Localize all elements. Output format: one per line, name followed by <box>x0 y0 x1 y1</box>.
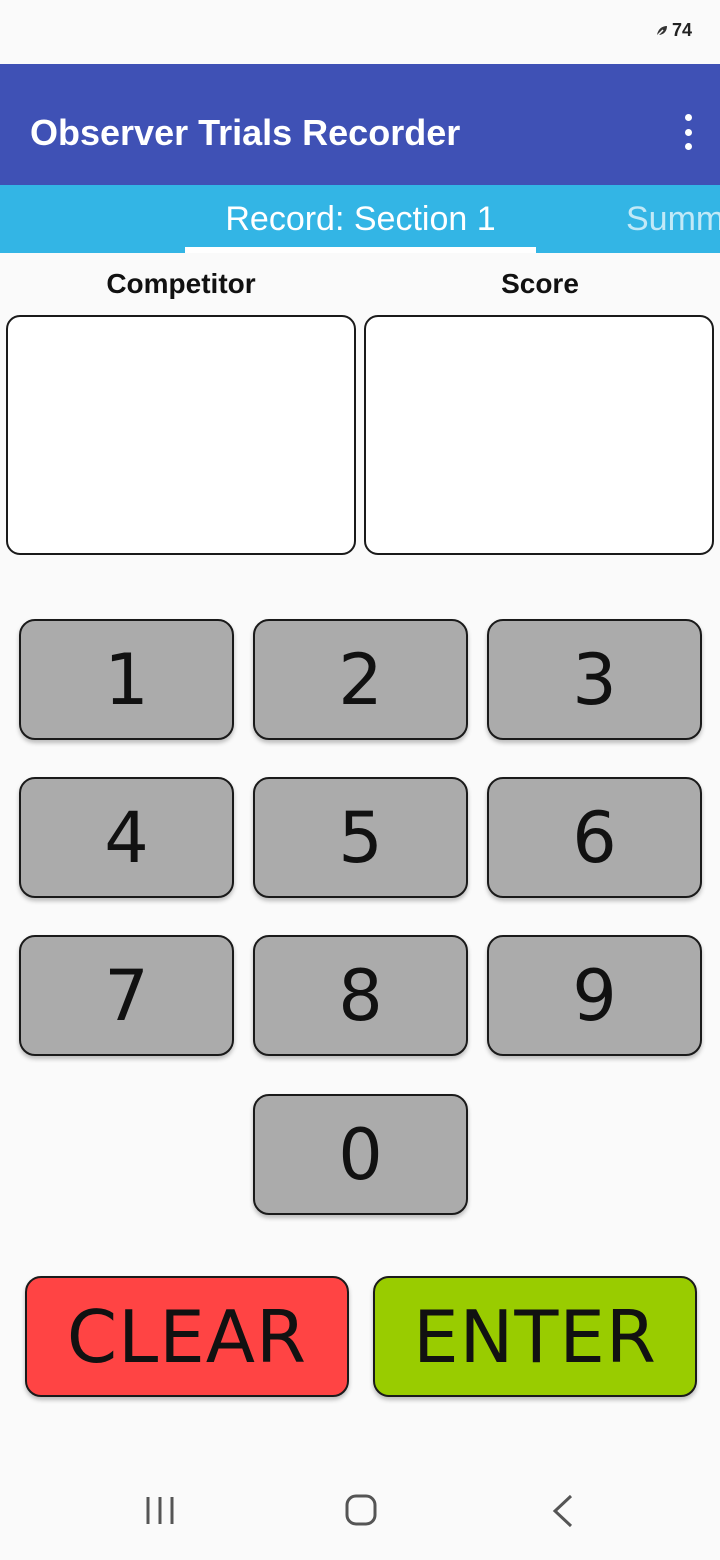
key-8[interactable]: 8 <box>253 935 468 1056</box>
status-bar: 74 <box>0 0 720 64</box>
competitor-label: Competitor <box>106 268 256 299</box>
system-nav-bar <box>0 1464 720 1560</box>
tab-summary[interactable]: Summ <box>626 185 720 253</box>
tab-record-section-1[interactable]: Record: Section 1 <box>185 185 536 253</box>
key-4[interactable]: 4 <box>19 777 234 898</box>
key-7[interactable]: 7 <box>19 935 234 1056</box>
key-1[interactable]: 1 <box>19 619 234 740</box>
key-3[interactable]: 3 <box>487 619 702 740</box>
battery-level: 74 <box>671 20 692 40</box>
key-9[interactable]: 9 <box>487 935 702 1056</box>
back-icon[interactable] <box>538 1488 588 1534</box>
enter-button[interactable]: ENTER <box>373 1276 697 1397</box>
score-field[interactable] <box>364 315 714 555</box>
overflow-menu-button[interactable] <box>682 114 694 150</box>
key-2[interactable]: 2 <box>253 619 468 740</box>
app-screen: 74 Observer Trials Recorder Record: Sect… <box>0 0 720 1560</box>
clear-button[interactable]: CLEAR <box>25 1276 349 1397</box>
key-5[interactable]: 5 <box>253 777 468 898</box>
competitor-field[interactable] <box>6 315 356 555</box>
score-label: Score <box>501 268 579 299</box>
app-bar: Observer Trials Recorder <box>0 64 720 185</box>
home-icon[interactable] <box>336 1488 386 1534</box>
recent-apps-icon[interactable] <box>135 1488 185 1534</box>
tab-bar: Record: Section 1 Summ <box>0 185 720 253</box>
battery-saver-icon <box>655 25 667 38</box>
key-6[interactable]: 6 <box>487 777 702 898</box>
battery-indicator: 74 <box>655 20 692 41</box>
more-vert-icon <box>684 114 692 121</box>
app-title: Observer Trials Recorder <box>30 112 461 153</box>
key-0[interactable]: 0 <box>253 1094 468 1215</box>
